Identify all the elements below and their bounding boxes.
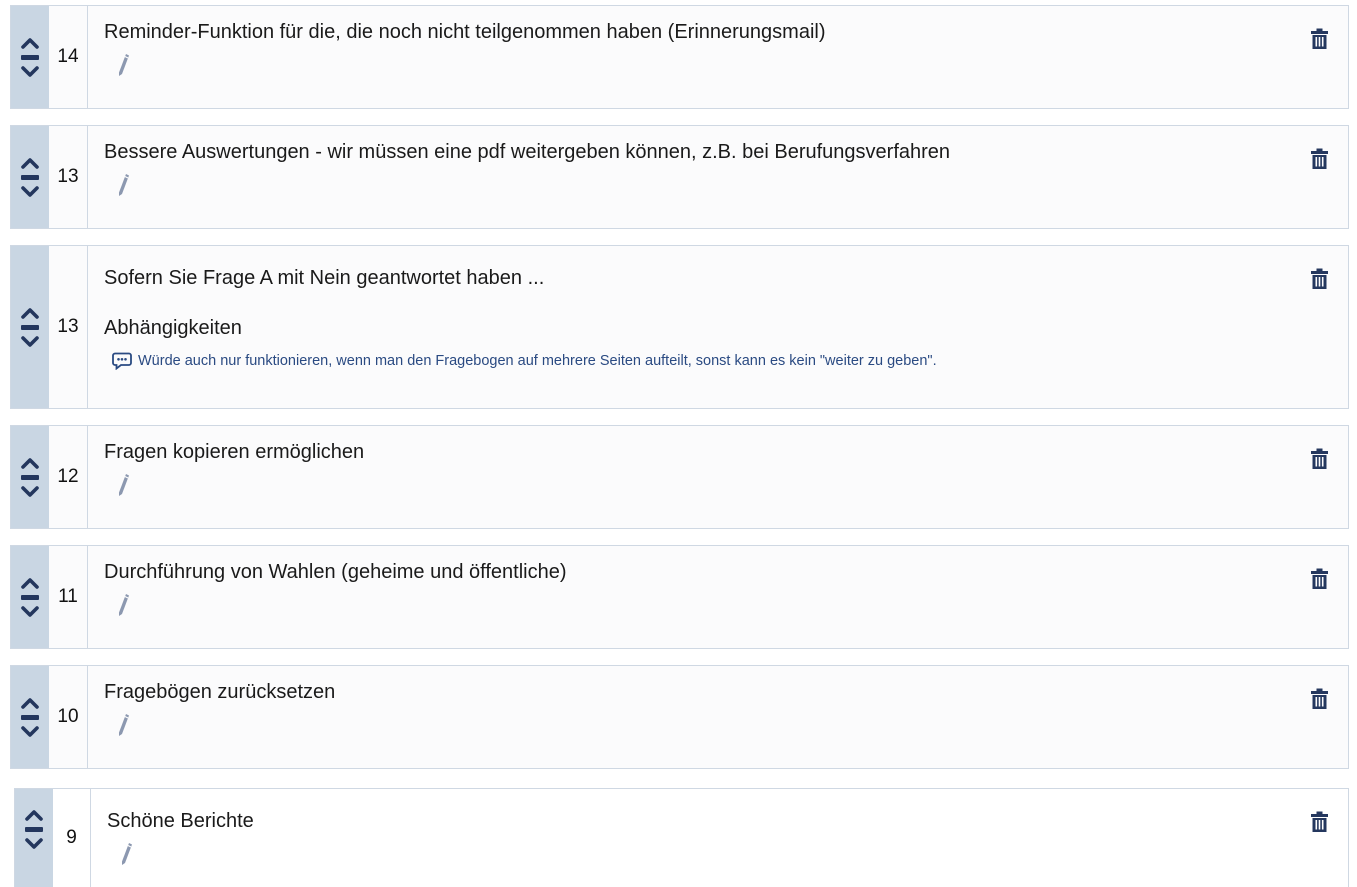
list-item: 13 Bessere Auswertungen - wir müssen ein… (10, 125, 1349, 229)
chevron-down-icon[interactable] (21, 335, 39, 348)
trash-icon[interactable] (1311, 268, 1328, 289)
trash-icon[interactable] (1311, 811, 1328, 832)
vote-control (11, 246, 49, 408)
trash-icon[interactable] (1311, 448, 1328, 469)
item-title: Bessere Auswertungen - wir müssen eine p… (104, 141, 951, 163)
item-title: Durchführung von Wahlen (geheime und öff… (104, 561, 567, 583)
chevron-up-icon[interactable] (21, 37, 39, 49)
minus-icon[interactable] (21, 324, 39, 330)
pencil-icon[interactable] (114, 712, 132, 738)
item-title: Fragebögen zurücksetzen (104, 681, 336, 703)
pencil-icon[interactable] (114, 52, 132, 78)
item-title: Reminder-Funktion für die, die noch nich… (104, 21, 826, 43)
vote-count: 13 (49, 126, 88, 228)
chevron-down-icon[interactable] (21, 185, 39, 198)
chevron-down-icon[interactable] (21, 725, 39, 738)
comment-icon (112, 352, 132, 370)
chevron-up-icon[interactable] (25, 809, 43, 821)
list-item: 11 Durchführung von Wahlen (geheime und … (10, 545, 1349, 649)
minus-icon[interactable] (21, 174, 39, 180)
minus-icon[interactable] (21, 594, 39, 600)
comment-text: Würde auch nur funktionieren, wenn man d… (138, 353, 937, 369)
chevron-up-icon[interactable] (21, 307, 39, 319)
list-item: 10 Fragebögen zurücksetzen (10, 665, 1349, 769)
vote-control (15, 789, 53, 887)
chevron-up-icon[interactable] (21, 697, 39, 709)
item-content: Reminder-Funktion für die, die noch nich… (88, 6, 1348, 108)
chevron-up-icon[interactable] (21, 577, 39, 589)
item-content: Fragebögen zurücksetzen (88, 666, 1348, 768)
vote-count: 10 (49, 666, 88, 768)
minus-icon[interactable] (21, 54, 39, 60)
item-content: Fragen kopieren ermöglichen (88, 426, 1348, 528)
chevron-down-icon[interactable] (21, 65, 39, 78)
list-item: 9 Schöne Berichte (14, 788, 1349, 887)
trash-icon[interactable] (1311, 688, 1328, 709)
dependencies-heading: Abhängigkeiten (104, 317, 242, 339)
vote-count: 13 (49, 246, 88, 408)
minus-icon[interactable] (25, 827, 43, 832)
list-item: 12 Fragen kopieren ermöglichen (10, 425, 1349, 529)
list-item: 14 Reminder-Funktion für die, die noch n… (10, 5, 1349, 109)
item-title: Sofern Sie Frage A mit Nein geantwortet … (104, 267, 545, 289)
trash-icon[interactable] (1311, 568, 1328, 589)
vote-control (11, 6, 49, 108)
minus-icon[interactable] (21, 714, 39, 720)
vote-count: 12 (49, 426, 88, 528)
minus-icon[interactable] (21, 474, 39, 480)
comment: Würde auch nur funktionieren, wenn man d… (112, 352, 1332, 370)
pencil-icon[interactable] (117, 841, 135, 867)
pencil-icon[interactable] (114, 592, 132, 618)
chevron-down-icon[interactable] (21, 485, 39, 498)
chevron-down-icon[interactable] (21, 605, 39, 618)
vote-count: 9 (53, 789, 91, 887)
vote-control (11, 426, 49, 528)
vote-count: 11 (49, 546, 88, 648)
item-content: Durchführung von Wahlen (geheime und öff… (88, 546, 1348, 648)
vote-control (11, 126, 49, 228)
idea-list: 14 Reminder-Funktion für die, die noch n… (0, 0, 1357, 887)
chevron-up-icon[interactable] (21, 457, 39, 469)
trash-icon[interactable] (1311, 148, 1328, 169)
chevron-down-icon[interactable] (25, 838, 43, 850)
pencil-icon[interactable] (114, 172, 132, 198)
item-content: Sofern Sie Frage A mit Nein geantwortet … (88, 246, 1348, 408)
list-item: 13 Sofern Sie Frage A mit Nein geantwort… (10, 245, 1349, 409)
chevron-up-icon[interactable] (21, 157, 39, 169)
vote-count: 14 (49, 6, 88, 108)
item-content: Bessere Auswertungen - wir müssen eine p… (88, 126, 1348, 228)
pencil-icon[interactable] (114, 472, 132, 498)
trash-icon[interactable] (1311, 28, 1328, 49)
item-content: Schöne Berichte (91, 789, 1348, 887)
vote-control (11, 666, 49, 768)
item-title: Fragen kopieren ermöglichen (104, 441, 365, 463)
item-title: Schöne Berichte (107, 810, 254, 832)
vote-control (11, 546, 49, 648)
